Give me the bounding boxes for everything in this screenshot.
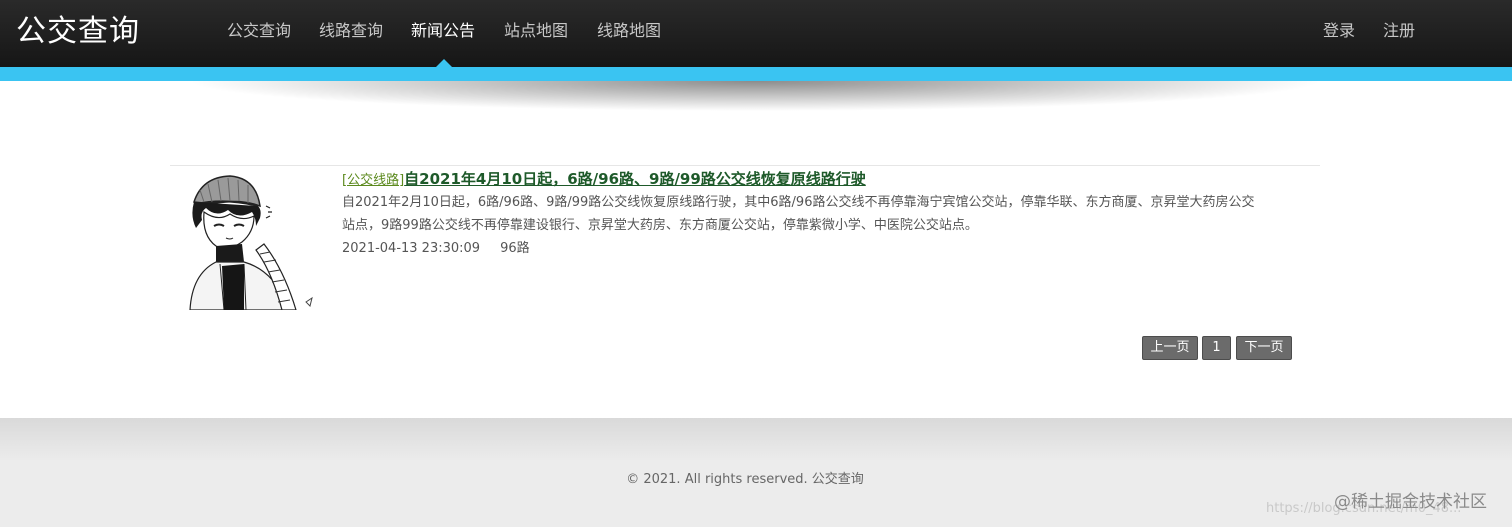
nav-item-bus-query[interactable]: 公交查询 <box>227 17 291 41</box>
nav-item-route-query[interactable]: 线路查询 <box>319 17 383 41</box>
watermark-brand: @稀土掘金技术社区 <box>1334 492 1487 512</box>
news-tag: 96路 <box>500 241 530 256</box>
content-divider <box>170 165 1320 166</box>
top-navbar: 公交查询 公交查询 线路查询 新闻公告 站点地图 线路地图 登录 注册 <box>0 0 1512 68</box>
news-thumbnail[interactable] <box>186 172 318 310</box>
nav-item-station-map[interactable]: 站点地图 <box>504 17 568 41</box>
news-meta: 2021-04-13 23:30:09 96路 <box>342 237 530 256</box>
prev-page-button[interactable]: 上一页 <box>1142 336 1198 360</box>
nav-item-news[interactable]: 新闻公告 <box>411 17 475 41</box>
copyright-text: © 2021. All rights reserved. 公交查询 <box>626 472 864 487</box>
register-link[interactable]: 注册 <box>1383 17 1415 41</box>
header-shadow <box>190 81 1320 111</box>
login-link[interactable]: 登录 <box>1323 17 1355 41</box>
news-title-link[interactable]: 自2021年4月10日起，6路/96路、9路/99路公交线恢复原线路行驶 <box>404 170 866 188</box>
nav-item-route-map[interactable]: 线路地图 <box>597 17 661 41</box>
next-page-button[interactable]: 下一页 <box>1236 336 1292 360</box>
page-footer: © 2021. All rights reserved. 公交查询 https:… <box>0 418 1512 527</box>
news-date: 2021-04-13 23:30:09 <box>342 241 481 256</box>
site-logo[interactable]: 公交查询 <box>16 6 140 50</box>
page-number-button[interactable]: 1 <box>1202 336 1231 360</box>
news-category-link[interactable]: [公交线路] <box>342 173 404 188</box>
news-summary: 自2021年2月10日起，6路/96路、9路/99路公交线恢复原线路行驶，其中6… <box>342 195 1255 233</box>
news-title-row: [公交线路]自2021年4月10日起，6路/96路、9路/99路公交线恢复原线路… <box>342 168 866 189</box>
accent-bar <box>0 67 1512 81</box>
